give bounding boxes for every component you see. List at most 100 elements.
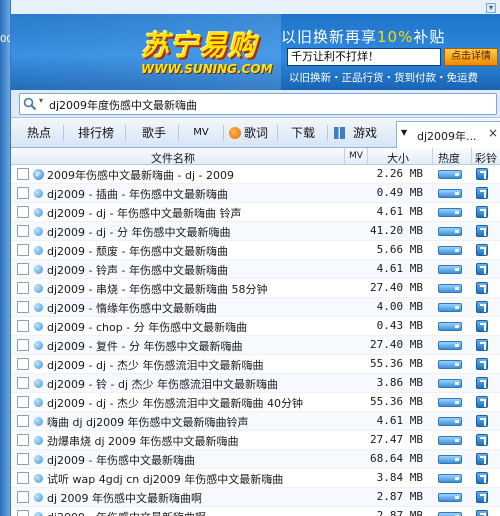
song-name[interactable]: dj2009 - 插曲 - 年伤感中文最新嗨曲: [47, 186, 228, 202]
row-checkbox[interactable]: [17, 415, 29, 427]
table-row[interactable]: dj2009 - dj - 杰少 年伤感流泪中文最新嗨曲 40分钟 55.36 M…: [11, 393, 500, 412]
song-name[interactable]: dj2009 - dj - 分 年伤感中文最新嗨曲: [47, 224, 231, 240]
table-row[interactable]: ✓ 2009年伤感中文最新嗨曲 - dj - 2009 2.26 MB: [11, 165, 500, 184]
tab-hot[interactable]: 热点: [17, 118, 61, 148]
song-name[interactable]: dj2009 - 惰缘年伤感中文最新嗨曲: [47, 300, 217, 316]
song-name[interactable]: dj2009 - 年伤感中文最新嗨曲啊: [47, 509, 206, 516]
tab-charts[interactable]: 排行榜: [71, 118, 121, 148]
ringtone-icon[interactable]: [476, 168, 488, 180]
suning-ad-banner[interactable]: 苏宁易购 WWW.SUNING.COM 以旧换新再享10%补贴 千万让利不打烊！…: [11, 14, 500, 90]
col-size[interactable]: 大小: [387, 150, 409, 166]
ringtone-icon[interactable]: [476, 263, 488, 275]
ringtone-icon[interactable]: [476, 472, 488, 484]
song-name[interactable]: dj2009 - 铃 - dj 杰少 年伤感流泪中文最新嗨曲: [47, 376, 278, 392]
row-checkbox[interactable]: [17, 244, 29, 256]
song-name[interactable]: 试听 wap 4gdj cn dj2009 年伤感中文最新嗨曲: [47, 471, 283, 487]
table-row[interactable]: dj2009 - 铃声 - 年伤感中文最新嗨曲 4.61 MB: [11, 260, 500, 279]
song-name[interactable]: dj2009 - 年伤感中文最新嗨曲: [47, 452, 195, 468]
ringtone-icon[interactable]: [476, 510, 488, 516]
table-row[interactable]: dj2009 - 惰缘年伤感中文最新嗨曲 4.00 MB: [11, 298, 500, 317]
song-name[interactable]: dj2009 - dj - 杰少 年伤感流泪中文最新嗨曲: [47, 357, 264, 373]
row-checkbox[interactable]: [17, 320, 29, 332]
ringtone-icon[interactable]: [476, 301, 488, 313]
song-name[interactable]: dj 2009 年伤感中文最新嗨曲啊: [47, 490, 202, 506]
ringtone-icon[interactable]: [476, 434, 488, 446]
search-icon[interactable]: [23, 97, 37, 111]
ad-promo-field[interactable]: 千万让利不打烊！: [287, 48, 441, 66]
table-row[interactable]: dj2009 - 年伤感中文最新嗨曲啊 2.87 MB: [11, 507, 500, 516]
ringtone-icon[interactable]: [476, 206, 488, 218]
row-checkbox[interactable]: [17, 206, 29, 218]
heat-bar-icon: [438, 379, 462, 388]
table-row[interactable]: dj2009 - 颓废 - 年伤感中文最新嗨曲 5.66 MB: [11, 241, 500, 260]
ad-details-button[interactable]: 点击详情: [444, 48, 498, 66]
song-name[interactable]: dj2009 - dj - 杰少 年伤感流泪中文最新嗨曲 40分钟: [47, 395, 303, 411]
search-input[interactable]: ▾ dj2009年度伤感中文最新嗨曲: [19, 93, 497, 115]
tab-download[interactable]: 下载: [283, 118, 323, 148]
ringtone-icon[interactable]: [476, 377, 488, 389]
tab-mv[interactable]: MV: [183, 118, 219, 148]
table-row[interactable]: 劲爆串烧 dj 2009 年伤感中文最新嗨曲 27.47 MB: [11, 431, 500, 450]
ringtone-icon[interactable]: [476, 358, 488, 370]
song-name[interactable]: dj2009 - 铃声 - 年伤感中文最新嗨曲: [47, 262, 228, 278]
tab-dropdown-icon[interactable]: ▼: [401, 128, 407, 137]
col-mv[interactable]: MV: [349, 151, 363, 161]
tab-games[interactable]: 游戏: [347, 118, 383, 148]
song-status-icon: [34, 265, 43, 274]
song-name[interactable]: dj2009 - chop - 分 年伤感中文最新嗨曲: [47, 319, 247, 335]
song-name[interactable]: dj2009 - 复件 - 分 年伤感中文最新嗨曲: [47, 338, 242, 354]
table-row[interactable]: dj2009 - 复件 - 分 年伤感中文最新嗨曲 27.40 MB: [11, 336, 500, 355]
table-row[interactable]: dj2009 - 年伤感中文最新嗨曲 68.64 MB: [11, 450, 500, 469]
ringtone-icon[interactable]: [476, 282, 488, 294]
tab-close-icon[interactable]: ×: [488, 126, 498, 140]
menu-arrow-icon[interactable]: ▾: [486, 3, 496, 13]
tab-search-result[interactable]: ▼ dj2009年... ×: [396, 121, 500, 148]
table-row[interactable]: 试听 wap 4gdj cn dj2009 年伤感中文最新嗨曲 3.84 MB: [11, 469, 500, 488]
song-name[interactable]: dj2009 - 颓废 - 年伤感中文最新嗨曲: [47, 243, 228, 259]
song-name[interactable]: 嗨曲 dj dj2009 年伤感中文最新嗨曲铃声: [47, 414, 249, 430]
row-checkbox[interactable]: [17, 168, 29, 180]
row-checkbox[interactable]: [17, 263, 29, 275]
row-checkbox[interactable]: [17, 358, 29, 370]
table-row[interactable]: 嗨曲 dj dj2009 年伤感中文最新嗨曲铃声 4.61 MB: [11, 412, 500, 431]
row-checkbox[interactable]: [17, 472, 29, 484]
ringtone-icon[interactable]: [476, 396, 488, 408]
song-name[interactable]: 2009年伤感中文最新嗨曲 - dj - 2009: [47, 167, 234, 183]
table-row[interactable]: dj2009 - 插曲 - 年伤感中文最新嗨曲 0.49 MB: [11, 184, 500, 203]
row-checkbox[interactable]: [17, 225, 29, 237]
tab-lyrics[interactable]: 歌词: [239, 118, 273, 148]
row-checkbox[interactable]: [17, 510, 29, 516]
table-row[interactable]: dj2009 - dj - 杰少 年伤感流泪中文最新嗨曲 55.36 MB: [11, 355, 500, 374]
ringtone-icon[interactable]: [476, 320, 488, 332]
song-name[interactable]: 劲爆串烧 dj 2009 年伤感中文最新嗨曲: [47, 433, 239, 449]
song-name[interactable]: dj2009 - dj - 年伤感中文最新嗨曲 铃声: [47, 205, 242, 221]
table-row[interactable]: dj2009 - chop - 分 年伤感中文最新嗨曲 0.43 MB: [11, 317, 500, 336]
tab-singers[interactable]: 歌手: [133, 118, 175, 148]
row-checkbox[interactable]: [17, 282, 29, 294]
col-file-name[interactable]: 文件名称: [151, 150, 195, 166]
ringtone-icon[interactable]: [476, 187, 488, 199]
ringtone-icon[interactable]: [476, 491, 488, 503]
table-row[interactable]: dj2009 - dj - 分 年伤感中文最新嗨曲 41.20 MB: [11, 222, 500, 241]
row-checkbox[interactable]: [17, 491, 29, 503]
table-row[interactable]: dj2009 - 串烧 - 年伤感中文最新嗨曲 58分钟 27.40 MB: [11, 279, 500, 298]
row-checkbox[interactable]: [17, 453, 29, 465]
ringtone-icon[interactable]: [476, 415, 488, 427]
col-heat[interactable]: 热度: [438, 150, 460, 166]
table-row[interactable]: dj2009 - dj - 年伤感中文最新嗨曲 铃声 4.61 MB: [11, 203, 500, 222]
table-row[interactable]: dj2009 - 铃 - dj 杰少 年伤感流泪中文最新嗨曲 3.86 MB: [11, 374, 500, 393]
ringtone-icon[interactable]: [476, 225, 488, 237]
search-dropdown-icon[interactable]: ▾: [39, 96, 43, 105]
row-checkbox[interactable]: [17, 301, 29, 313]
ringtone-icon[interactable]: [476, 453, 488, 465]
row-checkbox[interactable]: [17, 434, 29, 446]
row-checkbox[interactable]: [17, 396, 29, 408]
row-checkbox[interactable]: [17, 339, 29, 351]
ringtone-icon[interactable]: [476, 339, 488, 351]
col-ringtone[interactable]: 彩铃: [475, 150, 497, 166]
table-row[interactable]: dj 2009 年伤感中文最新嗨曲啊 2.87 MB: [11, 488, 500, 507]
row-checkbox[interactable]: [17, 187, 29, 199]
row-checkbox[interactable]: [17, 377, 29, 389]
ringtone-icon[interactable]: [476, 244, 488, 256]
song-name[interactable]: dj2009 - 串烧 - 年伤感中文最新嗨曲 58分钟: [47, 281, 267, 297]
